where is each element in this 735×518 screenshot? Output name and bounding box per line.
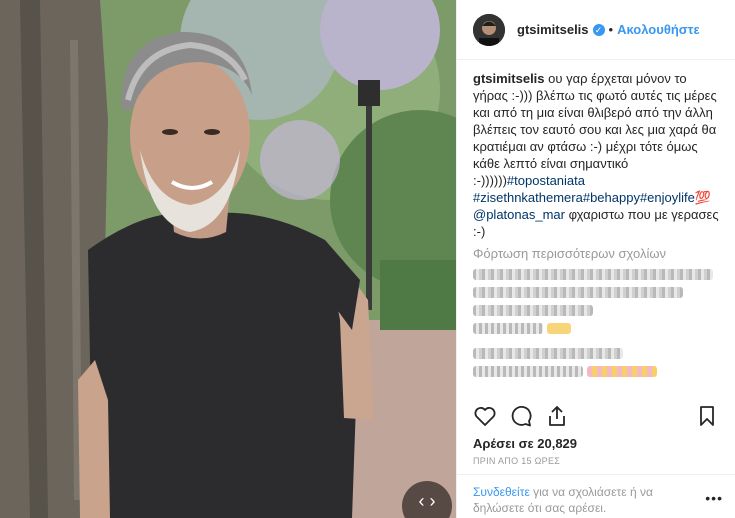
hashtag-link[interactable]: #zisethnkathemera#behappy#enjoylife💯 [473,190,711,205]
header-username[interactable]: gtsimitselis [517,22,589,37]
blurred-comment-line [473,348,623,359]
login-prompt: Συνδεθείτε για να σχολιάσετε ή να δηλώσε… [473,484,693,516]
login-link[interactable]: Συνδεθείτε [473,485,530,499]
load-more-comments-button[interactable]: Φόρτωση περισσότερων σχολίων [473,246,719,261]
blurred-comment-line [473,305,593,316]
blurred-comments [473,269,719,380]
post-header: gtsimitselis ✓ • Ακολουθήστε [457,0,735,60]
share-icon[interactable] [545,404,569,428]
divider [457,474,735,475]
post-side-panel: gtsimitselis ✓ • Ακολουθήστε gtsimitseli… [456,0,735,518]
post-caption: gtsimitselis ου γαρ έρχεται μόνον το γήρ… [473,70,719,240]
header-separator: • [608,22,614,37]
mention-link[interactable]: @platonas_mar [473,207,565,222]
blurred-comment-line [473,269,713,280]
blurred-comment-line [473,323,719,341]
caption-text: ου γαρ έρχεται μόνον το γήρας :-))) βλέπ… [473,71,717,188]
more-options-icon[interactable]: ••• [705,490,723,506]
blurred-comment-line [473,287,683,298]
photo-illustration [0,0,456,518]
follow-button[interactable]: Ακολουθήστε [617,22,700,37]
post-photo[interactable]: ‹ › [0,0,456,518]
post-actions-bar [473,400,719,432]
verified-icon: ✓ [592,23,605,36]
blurred-comment-line [473,366,719,380]
arrows-icon: ‹ › [418,491,436,511]
hashtag-link[interactable]: #topostaniata [507,173,585,188]
avatar[interactable] [473,13,505,46]
bookmark-icon[interactable] [695,404,719,428]
likes-count[interactable]: Αρέσει σε 20,829 [473,436,577,451]
comments-section: gtsimitselis ου γαρ έρχεται μόνον το γήρ… [457,60,735,380]
post-timestamp[interactable]: ΠΡΙΝ ΑΠΟ 15 ΩΡΕΣ [473,456,560,466]
instagram-post-view: ‹ › gtsimitselis ✓ • Ακολουθήστε gtsimit… [0,0,735,518]
avatar-icon [473,13,505,46]
comment-icon[interactable] [509,404,533,428]
caption-username[interactable]: gtsimitselis [473,71,545,86]
heart-icon[interactable] [473,404,497,428]
